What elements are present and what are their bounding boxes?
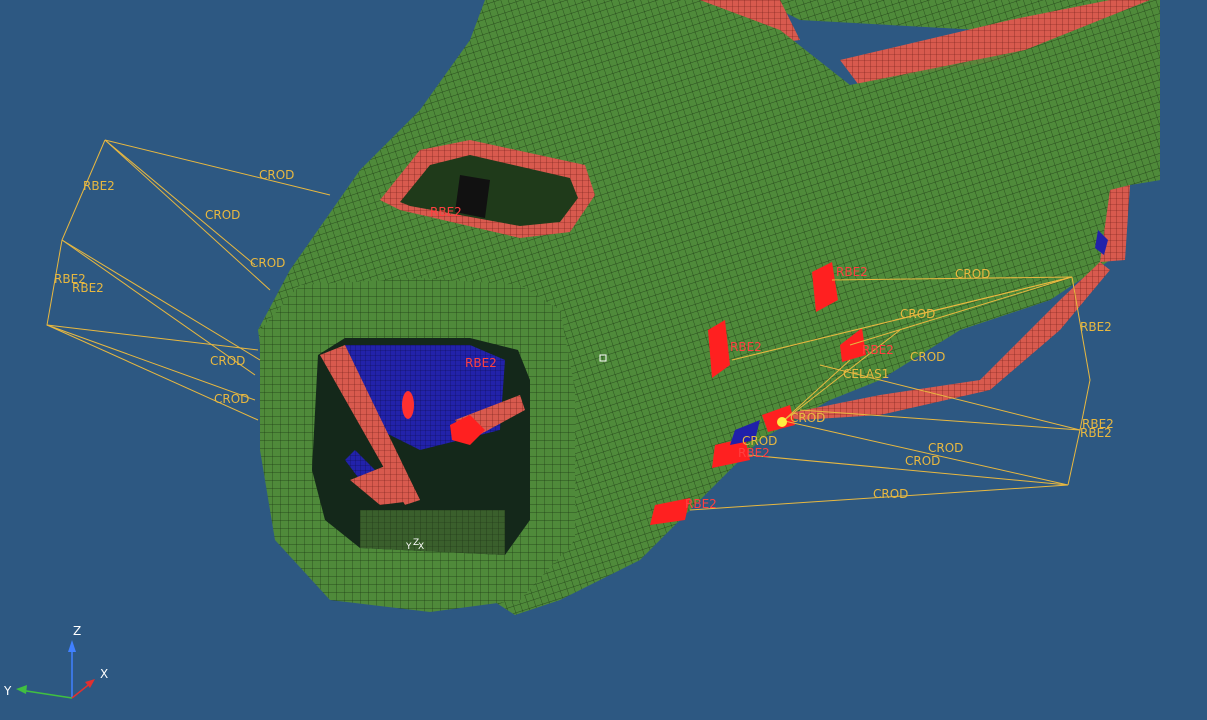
label-crod: CROD xyxy=(790,411,825,425)
front-bulkhead-frame[interactable] xyxy=(260,278,575,612)
label-rbe2: RBE2 xyxy=(1080,426,1112,440)
label-rbe2: RBE2 xyxy=(83,179,115,193)
label-crod: CROD xyxy=(955,267,990,281)
label-crod: CROD xyxy=(210,354,245,368)
graphics-viewport[interactable]: CROD CROD CROD CROD CROD RBE2 RBE2 RBE2 … xyxy=(0,0,1207,716)
label-crod: CROD xyxy=(928,441,963,455)
label-rbe2: RBE2 xyxy=(730,340,762,354)
label-rbe2: RBE2 xyxy=(836,265,868,279)
label-rbe2: RBE2 xyxy=(862,343,894,357)
label-crod: CROD xyxy=(259,168,294,182)
label-rbe2: RBE2 xyxy=(685,497,717,511)
fem-model-canvas[interactable]: CROD CROD CROD CROD CROD RBE2 RBE2 RBE2 … xyxy=(0,0,1207,716)
label-crod: CROD xyxy=(900,307,935,321)
label-rbe2: RBE2 xyxy=(430,205,462,219)
label-crod: CROD xyxy=(205,208,240,222)
axis-y-label: Y xyxy=(3,684,12,698)
axis-triad: Z Y X xyxy=(3,624,108,699)
celas1-node[interactable] xyxy=(777,417,787,427)
axis-x-label: X xyxy=(100,667,108,681)
label-crod: CROD xyxy=(873,487,908,501)
label-crod: CROD xyxy=(910,350,945,364)
label-rbe2: RBE2 xyxy=(1080,320,1112,334)
label-crod: CROD xyxy=(214,392,249,406)
label-rbe2: RBE2 xyxy=(465,356,497,370)
label-rbe2: RBE2 xyxy=(738,446,770,460)
local-csys-y: Y xyxy=(405,542,412,552)
label-rbe2: RBE2 xyxy=(72,281,104,295)
local-csys-x: X xyxy=(418,542,424,552)
label-crod: CROD xyxy=(905,454,940,468)
label-crod: CROD xyxy=(250,256,285,270)
axis-z-label: Z xyxy=(73,624,81,638)
label-celas1: CELAS1 xyxy=(843,367,889,381)
